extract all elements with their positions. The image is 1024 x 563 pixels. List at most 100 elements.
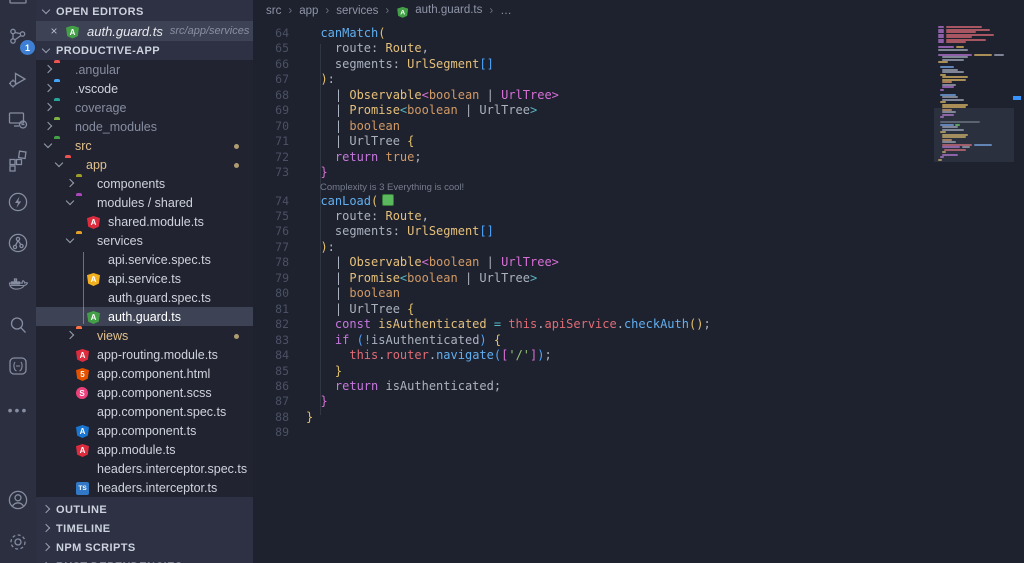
tree-file-shared.module.ts[interactable]: Ashared.module.ts [36, 212, 253, 231]
tree-file-app.component.ts[interactable]: Aapp.component.ts [36, 421, 253, 440]
chevron-down-icon[interactable] [66, 199, 74, 207]
folder-icon [65, 158, 80, 171]
minimap-viewport[interactable] [934, 108, 1014, 162]
vscode-window: 1 ••• OPEN EDITORS × Aauth.guard.ts src/app… [0, 0, 1024, 563]
sidebar-section-timeline[interactable]: TIMELINE [36, 519, 253, 538]
breadcrumb-label: auth.guard.ts [415, 4, 483, 16]
debug-alt-icon[interactable] [5, 66, 31, 92]
line-number: 80 [275, 286, 289, 301]
line-number: 75 [275, 208, 289, 223]
thunder-client-icon[interactable] [5, 189, 31, 215]
more-views-icon[interactable]: ••• [5, 397, 31, 423]
breadcrumb-label: … [500, 5, 512, 17]
tree-file-app.component.html[interactable]: 5 app.component.html [36, 364, 253, 383]
chevron-down-icon[interactable] [66, 237, 74, 245]
tree-file-auth.guard.spec.ts[interactable]: auth.guard.spec.ts [36, 288, 253, 307]
tree-item-label: api.service.spec.ts [108, 252, 211, 267]
sidebar-explorer: OPEN EDITORS × Aauth.guard.ts src/app/serv… [36, 0, 253, 563]
breadcrumb-item-auth.guard.ts[interactable]: Aauth.guard.ts [396, 4, 482, 18]
code-line-87: 87} [253, 394, 934, 409]
tree-file-api.service.ts[interactable]: Aapi.service.ts [36, 269, 253, 288]
tree-file-auth.guard.ts[interactable]: Aauth.guard.ts [36, 307, 253, 326]
code-line-84: 84 this.router.navigate(['/']); [253, 348, 934, 363]
chevron-right-icon[interactable] [66, 180, 74, 188]
chevron-right-icon[interactable] [44, 66, 52, 74]
tree-item-label: app.component.html [97, 366, 211, 381]
code-line-70: 70 | boolean [253, 119, 934, 134]
code-line-80: 80 | boolean [253, 286, 934, 301]
code-content[interactable]: 64 canMatch(65 route: Route, 66 segments: Ur… [253, 26, 934, 441]
badge-count: 1 [20, 40, 35, 55]
extensions-icon[interactable] [5, 148, 31, 174]
source-control-graph-icon[interactable]: 1 [5, 25, 35, 55]
tree-item-label: components [97, 176, 166, 191]
tree-file-app.component.spec.ts[interactable]: app.component.spec.ts [36, 402, 253, 421]
tree-item-label: services [97, 233, 143, 248]
window-icon[interactable] [5, 0, 31, 10]
postgres-icon[interactable] [5, 353, 31, 379]
docker-icon[interactable] [5, 271, 31, 297]
explorer-project-header[interactable]: PRODUCTIVE-APP [36, 41, 253, 60]
chevron-down-icon[interactable] [44, 142, 52, 150]
tree-file-app.module.ts[interactable]: Aapp.module.ts [36, 440, 253, 459]
tree-folder-.angular[interactable]: .angular [36, 60, 253, 79]
search-icon[interactable] [5, 312, 31, 338]
line-number: 78 [275, 255, 289, 270]
breadcrumb-separator: › [385, 5, 390, 17]
breadcrumb-item-src[interactable]: src [266, 5, 281, 17]
chevron-right-icon[interactable] [66, 332, 74, 340]
open-editors-header[interactable]: OPEN EDITORS [36, 2, 253, 21]
tree-folder-modules-shared[interactable]: modules / shared [36, 193, 253, 212]
close-icon[interactable]: × [46, 24, 62, 38]
tree-file-app-routing.module.ts[interactable]: Aapp-routing.module.ts [36, 345, 253, 364]
test-flask-icon [76, 405, 91, 418]
remote-explorer-icon[interactable] [5, 107, 31, 133]
tree-file-api.service.spec.ts[interactable]: api.service.spec.ts [36, 250, 253, 269]
breadcrumb-item-app[interactable]: app [299, 5, 318, 17]
tree-folder-views[interactable]: views [36, 326, 253, 345]
version-graph-icon[interactable] [5, 230, 31, 256]
line-number: 82 [275, 317, 289, 332]
complexity-green-square [382, 193, 395, 206]
chevron-right-icon [42, 525, 50, 533]
folder-icon [76, 234, 91, 247]
sidebar-section-npm-scripts[interactable]: NPM SCRIPTS [36, 538, 253, 557]
code-line-76: 76 segments: UrlSegment[] [253, 224, 934, 239]
tree-file-headers.interceptor.ts[interactable]: TS headers.interceptor.ts [36, 478, 253, 497]
chevron-right-icon[interactable] [44, 123, 52, 131]
chevron-down-icon [42, 47, 50, 55]
angular-red-shield-icon: A [87, 215, 102, 229]
chevron-right-icon[interactable] [44, 85, 52, 93]
tree-folder-services[interactable]: services [36, 231, 253, 250]
breadcrumb-item-[interactable]: … [500, 5, 512, 17]
tree-file-headers.interceptor.spec.ts[interactable]: headers.interceptor.spec.ts [36, 459, 253, 478]
minimap[interactable] [934, 26, 1014, 426]
tree-folder-coverage[interactable]: coverage [36, 98, 253, 117]
codelens-complexity[interactable]: Complexity is 3 Everything is cool! [253, 181, 934, 194]
breadcrumb-item-services[interactable]: services [336, 5, 378, 17]
settings-gear-icon[interactable] [5, 529, 31, 555]
tree-item-label: .vscode [75, 81, 119, 96]
tree-file-app.component.scss[interactable]: Sapp.component.scss [36, 383, 253, 402]
tree-folder-components[interactable]: components [36, 174, 253, 193]
tree-item-label: node_modules [75, 119, 158, 134]
code-line-83: 83 if (!isAuthenticated) { [253, 333, 934, 348]
section-label: TIMELINE [56, 522, 111, 535]
tree-folder-.vscode[interactable]: .vscode [36, 79, 253, 98]
sidebar-section-rust-dependencies[interactable]: RUST DEPENDENCIES [36, 557, 253, 563]
code-line-65: 65 route: Route, [253, 41, 934, 56]
tree-folder-app[interactable]: app [36, 155, 253, 174]
open-editor-item[interactable]: × Aauth.guard.ts src/app/services [36, 21, 253, 41]
account-icon[interactable] [5, 487, 31, 513]
tree-folder-src[interactable]: src [36, 136, 253, 155]
chevron-right-icon[interactable] [44, 104, 52, 112]
breadcrumb-label: app [299, 5, 319, 17]
sidebar-section-outline[interactable]: OUTLINE [36, 500, 253, 519]
line-number: 76 [275, 224, 289, 239]
breadcrumb: src › app › services › Aauth.guard.ts ›… [253, 0, 1024, 22]
chevron-down-icon[interactable] [55, 161, 63, 169]
tree-folder-node-modules[interactable]: node_modules [36, 117, 253, 136]
tree-item-label: auth.guard.ts [108, 309, 181, 324]
folder-icon [54, 120, 69, 133]
line-number: 79 [275, 270, 289, 285]
